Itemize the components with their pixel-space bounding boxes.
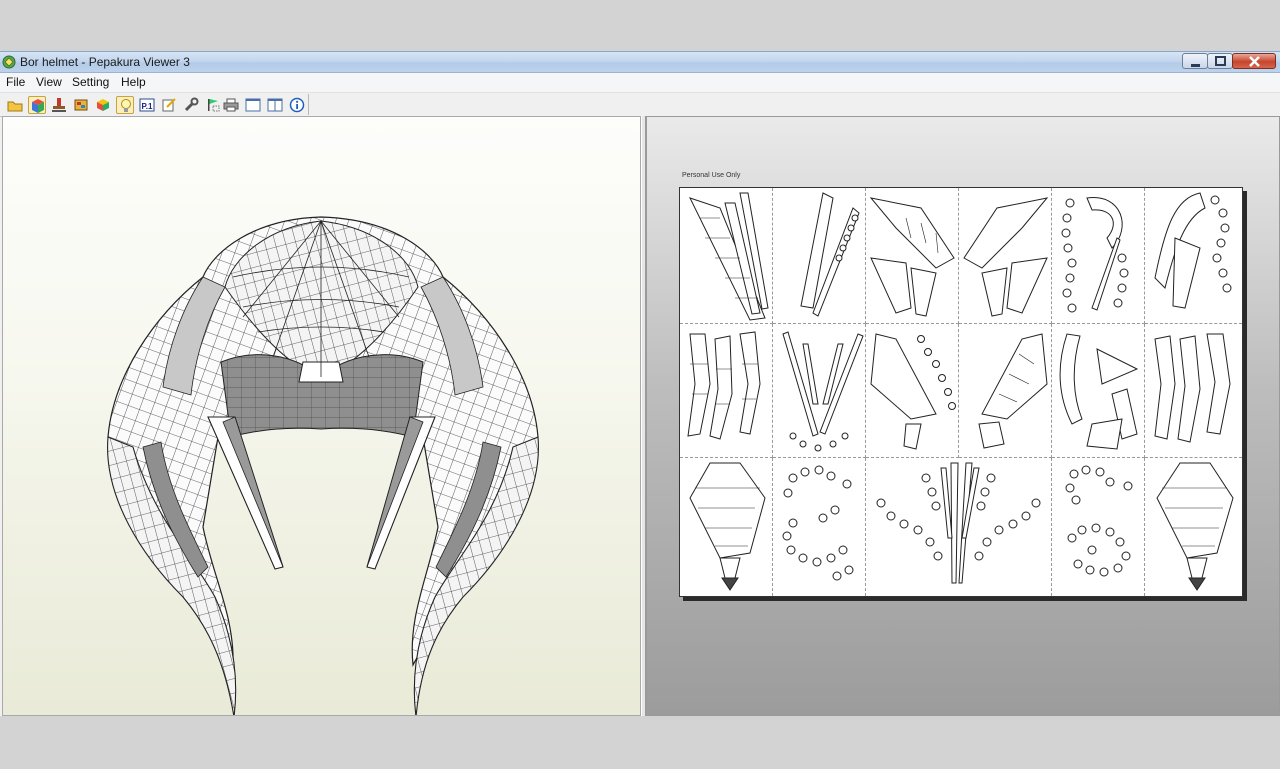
desktop-background [0, 716, 1280, 769]
split-pane-button[interactable] [266, 96, 284, 114]
title-bar[interactable]: Bor helmet - Pepakura Viewer 3 [0, 52, 1280, 73]
stamp-button[interactable] [50, 96, 68, 114]
wrench-icon [184, 97, 199, 112]
2d-unfold-pane[interactable]: Personal Use Only [646, 116, 1280, 716]
page-cell[interactable] [1145, 458, 1242, 596]
toolbar-separator [308, 94, 309, 115]
box-color-icon [97, 99, 109, 111]
page-cell[interactable] [1052, 324, 1145, 458]
page-cell[interactable] [959, 324, 1052, 458]
parts-pieces [1156, 462, 1234, 591]
texture-button[interactable] [72, 96, 90, 114]
page-number-label: P.1 [142, 102, 154, 111]
parts-pieces [800, 192, 860, 317]
maximize-icon [1215, 56, 1226, 66]
page-cell[interactable] [1052, 458, 1145, 596]
page-cell[interactable] [866, 188, 959, 324]
parts-pieces [1154, 192, 1232, 309]
page-cell[interactable] [773, 458, 866, 596]
parts-pieces [870, 333, 956, 450]
parts-pieces [1059, 333, 1139, 450]
page-cell[interactable] [680, 188, 773, 324]
single-pane-icon [245, 98, 261, 112]
edge-settings-icon [162, 98, 176, 112]
page-cell[interactable] [866, 458, 1052, 596]
parts-pieces [687, 331, 761, 440]
window-title: Bor helmet - Pepakura Viewer 3 [20, 55, 190, 69]
parts-pieces [876, 462, 1041, 584]
printer-icon [223, 98, 239, 112]
3d-view-cube-icon [32, 99, 44, 113]
open-button[interactable] [6, 96, 24, 114]
split-pane-icon [267, 98, 283, 112]
info-icon [289, 97, 305, 113]
page-cell[interactable] [680, 458, 773, 596]
print-sheet[interactable] [679, 187, 1243, 597]
3d-view-pane[interactable] [2, 116, 641, 716]
light-button[interactable] [116, 96, 134, 114]
print-button[interactable] [222, 96, 240, 114]
parts-pieces [963, 197, 1049, 317]
minimize-button[interactable] [1182, 53, 1208, 69]
menu-setting[interactable]: Setting [72, 75, 109, 89]
page-cell[interactable] [1145, 188, 1242, 324]
page-cell[interactable] [773, 324, 866, 458]
tools-button[interactable] [182, 96, 200, 114]
flag-button[interactable] [204, 96, 222, 114]
parts-pieces [1065, 465, 1133, 577]
page-number-button[interactable]: P.1 [138, 96, 156, 114]
color-button[interactable] [94, 96, 112, 114]
page-cell[interactable] [680, 324, 773, 458]
parts-pieces [978, 333, 1048, 449]
watermark-label: Personal Use Only [682, 172, 741, 179]
maximize-button[interactable] [1207, 53, 1233, 69]
page-cell[interactable] [773, 188, 866, 324]
parts-pieces [689, 192, 769, 321]
menu-help[interactable]: Help [121, 75, 146, 89]
helmet-3d-model[interactable] [3, 117, 640, 715]
lightbulb-icon [121, 99, 131, 112]
menu-file[interactable]: File [6, 75, 25, 89]
stamp-icon [52, 98, 66, 112]
minimize-icon [1191, 64, 1200, 67]
close-icon [1249, 56, 1260, 67]
menu-bar: File View Setting Help [0, 73, 1280, 93]
page-cell[interactable] [1145, 324, 1242, 458]
page-cell[interactable] [866, 324, 959, 458]
parts-pieces [782, 331, 864, 452]
single-pane-button[interactable] [244, 96, 262, 114]
close-button[interactable] [1232, 53, 1276, 69]
toolbar: P.1 [0, 93, 1280, 117]
page-number-icon: P.1 [139, 98, 155, 112]
pepakura-app-icon [2, 55, 16, 69]
parts-pieces [1154, 333, 1231, 443]
parts-pieces [1061, 197, 1129, 313]
3d-view-button[interactable] [28, 96, 46, 114]
page-cell[interactable] [959, 188, 1052, 324]
parts-pieces [782, 465, 854, 581]
open-folder-icon [7, 101, 23, 112]
flag-icon [208, 99, 220, 112]
menu-view[interactable]: View [36, 75, 62, 89]
parts-pieces [869, 197, 955, 317]
edge-settings-button[interactable] [160, 96, 178, 114]
texture-icon [74, 99, 88, 111]
parts-pieces [689, 462, 766, 591]
page-cell[interactable] [1052, 188, 1145, 324]
app-window: Bor helmet - Pepakura Viewer 3 File View… [0, 51, 1280, 717]
about-button[interactable] [288, 96, 306, 114]
